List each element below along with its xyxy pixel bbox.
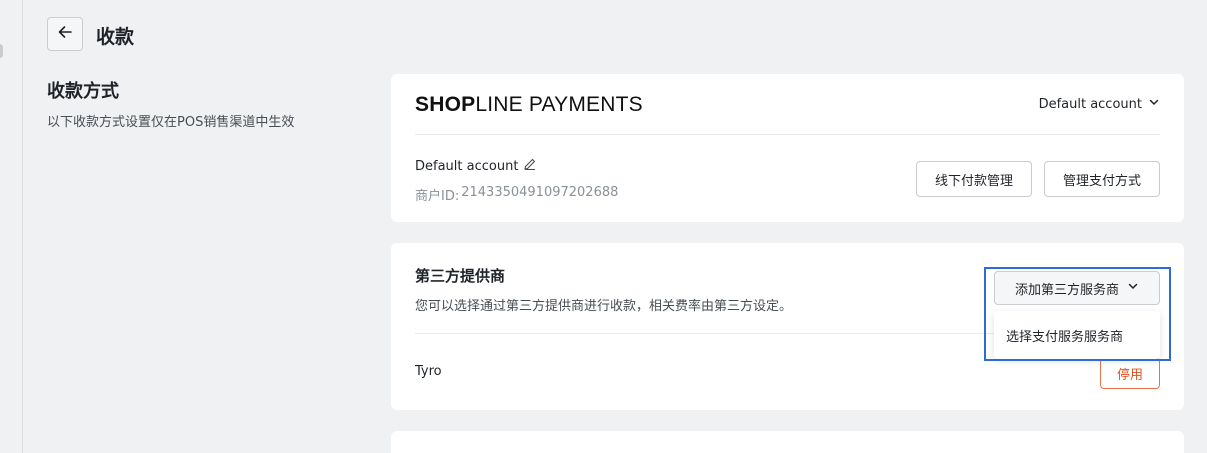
arrow-left-icon <box>56 23 74 45</box>
account-dropdown[interactable]: Default account <box>1039 96 1160 112</box>
left-rail <box>0 0 23 453</box>
section-title: 收款方式 <box>47 81 119 102</box>
merchant-id-label: 商户ID: <box>415 189 460 204</box>
account-name-row: Default account <box>415 157 537 175</box>
disable-provider-button[interactable]: 停用 <box>1100 358 1160 389</box>
merchant-id: 商户ID: 2143350491097202688 <box>415 185 618 204</box>
chevron-down-icon <box>1127 280 1139 296</box>
edit-pencil-icon[interactable] <box>523 157 537 175</box>
provider-dropdown-menu: 选择支付服务服务商 <box>994 311 1160 359</box>
section-description: 以下收款方式设置仅在POS销售渠道中生效 <box>47 115 295 130</box>
rail-handle[interactable] <box>0 44 3 58</box>
add-third-party-provider-button[interactable]: 添加第三方服务商 <box>994 271 1160 305</box>
account-dropdown-label: Default account <box>1038 96 1142 112</box>
third-party-description: 您可以选择通过第三方提供商进行收款，相关费率由第三方设定。 <box>415 299 793 314</box>
shopline-payments-logo: SHOP LINE PAYMENTS <box>415 93 643 117</box>
back-button[interactable] <box>47 17 83 51</box>
merchant-id-value: 2143350491097202688 <box>461 185 619 200</box>
offline-payment-management-button[interactable]: 线下付款管理 <box>916 161 1032 197</box>
shopline-payments-card: SHOP LINE PAYMENTS Default account Defau… <box>391 74 1184 222</box>
chevron-down-icon <box>1148 96 1160 112</box>
account-name: Default account <box>415 158 519 174</box>
third-party-title: 第三方提供商 <box>415 267 506 285</box>
select-payment-provider-option[interactable]: 选择支付服务服务商 <box>1006 326 1123 345</box>
provider-name: Tyro <box>415 364 442 379</box>
manage-payment-methods-button[interactable]: 管理支付方式 <box>1044 161 1160 197</box>
next-card <box>391 431 1184 453</box>
logo-text-light: LINE PAYMENTS <box>475 93 643 116</box>
page-title: 收款 <box>96 26 135 48</box>
add-provider-label: 添加第三方服务商 <box>1014 282 1119 298</box>
logo-text-bold: SHOP <box>415 93 476 116</box>
divider <box>415 134 1160 135</box>
